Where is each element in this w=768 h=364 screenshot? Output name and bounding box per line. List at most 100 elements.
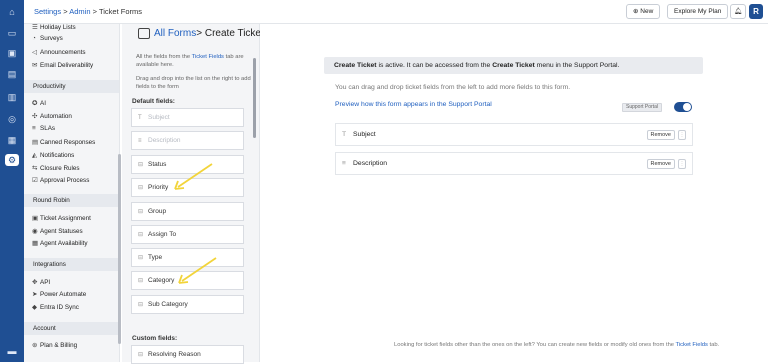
- toggle-knob: [683, 103, 691, 111]
- settings-gear-icon[interactable]: ⚙: [5, 154, 19, 166]
- sidebar-item-label: Agent Statuses: [40, 228, 83, 235]
- sidebar-item-slas[interactable]: ≡ SLAs: [32, 125, 55, 132]
- notifications-bell-icon[interactable]: 🔔︎: [730, 4, 747, 19]
- chat-icon[interactable]: ▬: [5, 345, 19, 357]
- sidebar-item-closure-rules[interactable]: ⇆ Closure Rules: [32, 164, 80, 172]
- home-icon[interactable]: ⌂: [5, 6, 19, 18]
- reports-icon[interactable]: ▥: [5, 91, 19, 103]
- sidebar-scrollbar[interactable]: [118, 154, 121, 344]
- check-icon[interactable]: ◎: [5, 113, 19, 125]
- dropdown-icon: ⊟: [138, 352, 144, 358]
- field-group[interactable]: ⊟ Group: [131, 202, 244, 221]
- sidebar-item-ticket-assignment[interactable]: ▣ Ticket Assignment: [32, 214, 91, 222]
- ai-icon: ✪: [32, 100, 38, 107]
- breadcrumb-current: Ticket Forms: [98, 7, 142, 16]
- section-integrations: Integrations: [24, 258, 119, 271]
- remove-button[interactable]: Remove: [646, 159, 675, 169]
- sidebar-item-ai[interactable]: ✪ AI: [32, 99, 46, 107]
- footer-text: Looking for ticket fields other than the…: [394, 342, 676, 348]
- power-automate-icon: ➤: [32, 291, 38, 298]
- breadcrumb-separator: >: [90, 7, 99, 16]
- sidebar-item-power-automate[interactable]: ➤ Power Automate: [32, 290, 86, 298]
- drag-handle-icon[interactable]: ⋮: [678, 159, 686, 169]
- dropdown-icon: ⊟: [138, 278, 144, 284]
- form-field-subject[interactable]: T Subject Remove ⋮: [335, 123, 693, 146]
- field-label: Assign To: [148, 231, 177, 238]
- dropdown-icon: ⊟: [138, 185, 144, 191]
- field-label: Subject: [148, 114, 170, 121]
- support-portal-badge: Support Portal: [622, 103, 662, 112]
- text-icon: T: [342, 131, 347, 138]
- sidebar-item-entra-id-sync[interactable]: ◆ Entra ID Sync: [32, 303, 79, 311]
- sidebar-item-label: Automation: [40, 113, 72, 120]
- footer-ticket-fields-link[interactable]: Ticket Fields: [676, 342, 708, 348]
- billing-icon: ⊛: [32, 342, 38, 349]
- form-field-description[interactable]: ≡ Description Remove ⋮: [335, 152, 693, 175]
- sidebar-item-holiday-lists[interactable]: ☰ Holiday Lists: [32, 24, 76, 31]
- sidebar-item-approval-process[interactable]: ☑ Approval Process: [32, 176, 89, 184]
- sidebar-item-label: Email Deliverability: [40, 62, 94, 69]
- new-button[interactable]: ⊕ New: [626, 4, 661, 19]
- form-list-icon[interactable]: [138, 28, 150, 39]
- sidebar-item-automation[interactable]: ✣ Automation: [32, 112, 72, 120]
- sidebar-item-email-deliverability[interactable]: ✉ Email Deliverability: [32, 61, 93, 69]
- sidebar-item-label: Entra ID Sync: [40, 304, 79, 311]
- fields-scrollbar[interactable]: [253, 58, 256, 138]
- title-separator: >: [196, 28, 205, 39]
- sidebar-item-agent-statuses[interactable]: ◉ Agent Statuses: [32, 227, 83, 235]
- sidebar-item-announcements[interactable]: ◁ Announcements: [32, 48, 86, 56]
- book-icon[interactable]: ▤: [5, 68, 19, 80]
- sidebar-item-notifications[interactable]: ◭ Notifications: [32, 151, 74, 159]
- sidebar-item-label: Closure Rules: [40, 165, 80, 172]
- sidebar-item-label: Announcements: [40, 49, 86, 56]
- settings-sidebar: ☰ Holiday Lists ◔ Surveys ◁ Announcements ✉…: [24, 24, 120, 362]
- annotation-arrow: [178, 257, 217, 284]
- sidebar-item-label: Power Automate: [40, 291, 87, 298]
- section-productivity: Productivity: [24, 80, 119, 93]
- field-subject: T Subject: [131, 108, 244, 127]
- breadcrumb: Settings > Admin > Ticket Forms: [34, 7, 142, 16]
- drag-handle-icon[interactable]: ⋮: [678, 130, 686, 140]
- custom-fields-label: Custom fields:: [132, 335, 178, 342]
- inbox-icon[interactable]: ▣: [5, 47, 19, 59]
- support-portal-toggle[interactable]: [674, 102, 692, 112]
- sidebar-item-api[interactable]: ✥ API: [32, 278, 50, 286]
- field-sub-category[interactable]: ⊟ Sub Category: [131, 295, 244, 314]
- dropdown-icon: ⊟: [138, 302, 144, 308]
- list-icon: ☰: [32, 24, 38, 31]
- sidebar-item-plan-billing[interactable]: ⊛ Plan & Billing: [32, 341, 77, 349]
- ticket-fields-link[interactable]: Ticket Fields: [192, 54, 224, 60]
- app-nav-rail: ⌂ ▭ ▣ ▤ ▥ ◎ ▦ ⚙ ▬: [0, 0, 24, 362]
- sidebar-item-agent-availability[interactable]: ▦ Agent Availability: [32, 239, 88, 247]
- status-icon: ◉: [32, 228, 38, 235]
- banner-bold: Create Ticket: [492, 62, 535, 69]
- calendar-icon[interactable]: ▦: [5, 134, 19, 146]
- banner-bold: Create Ticket: [334, 62, 377, 69]
- dropdown-icon: ⊟: [138, 162, 144, 168]
- field-resolving-reason[interactable]: ⊟ Resolving Reason: [131, 345, 244, 364]
- sidebar-item-label: AI: [40, 100, 46, 107]
- tickets-icon[interactable]: ▭: [5, 27, 19, 39]
- api-icon: ✥: [32, 279, 38, 286]
- breadcrumb-admin[interactable]: Admin: [69, 7, 90, 16]
- all-forms-link[interactable]: All Forms: [154, 28, 196, 39]
- sidebar-item-label: Holiday Lists: [40, 24, 76, 31]
- dropdown-icon: ⊟: [138, 232, 144, 238]
- top-bar: Settings > Admin > Ticket Forms ⊕ New Ex…: [24, 0, 768, 24]
- sidebar-item-surveys[interactable]: ◔ Surveys: [32, 35, 63, 42]
- field-label: Category: [148, 277, 175, 284]
- explore-plan-button[interactable]: Explore My Plan: [667, 4, 729, 19]
- mail-icon: ✉: [32, 62, 38, 69]
- avatar[interactable]: R: [749, 4, 763, 19]
- sidebar-item-label: Approval Process: [40, 177, 90, 184]
- sidebar-item-canned-responses[interactable]: ▤ Canned Responses: [32, 138, 95, 146]
- preview-link[interactable]: Preview how this form appears in the Sup…: [335, 101, 492, 108]
- breadcrumb-settings[interactable]: Settings: [34, 7, 61, 16]
- section-account: Account: [24, 322, 119, 335]
- section-round-robin: Round Robin: [24, 194, 119, 207]
- megaphone-icon: ◁: [32, 49, 37, 56]
- field-label: Description: [148, 137, 181, 144]
- field-assign-to[interactable]: ⊟ Assign To: [131, 225, 244, 244]
- remove-button[interactable]: Remove: [646, 130, 675, 140]
- bell-icon: ◭: [32, 152, 37, 159]
